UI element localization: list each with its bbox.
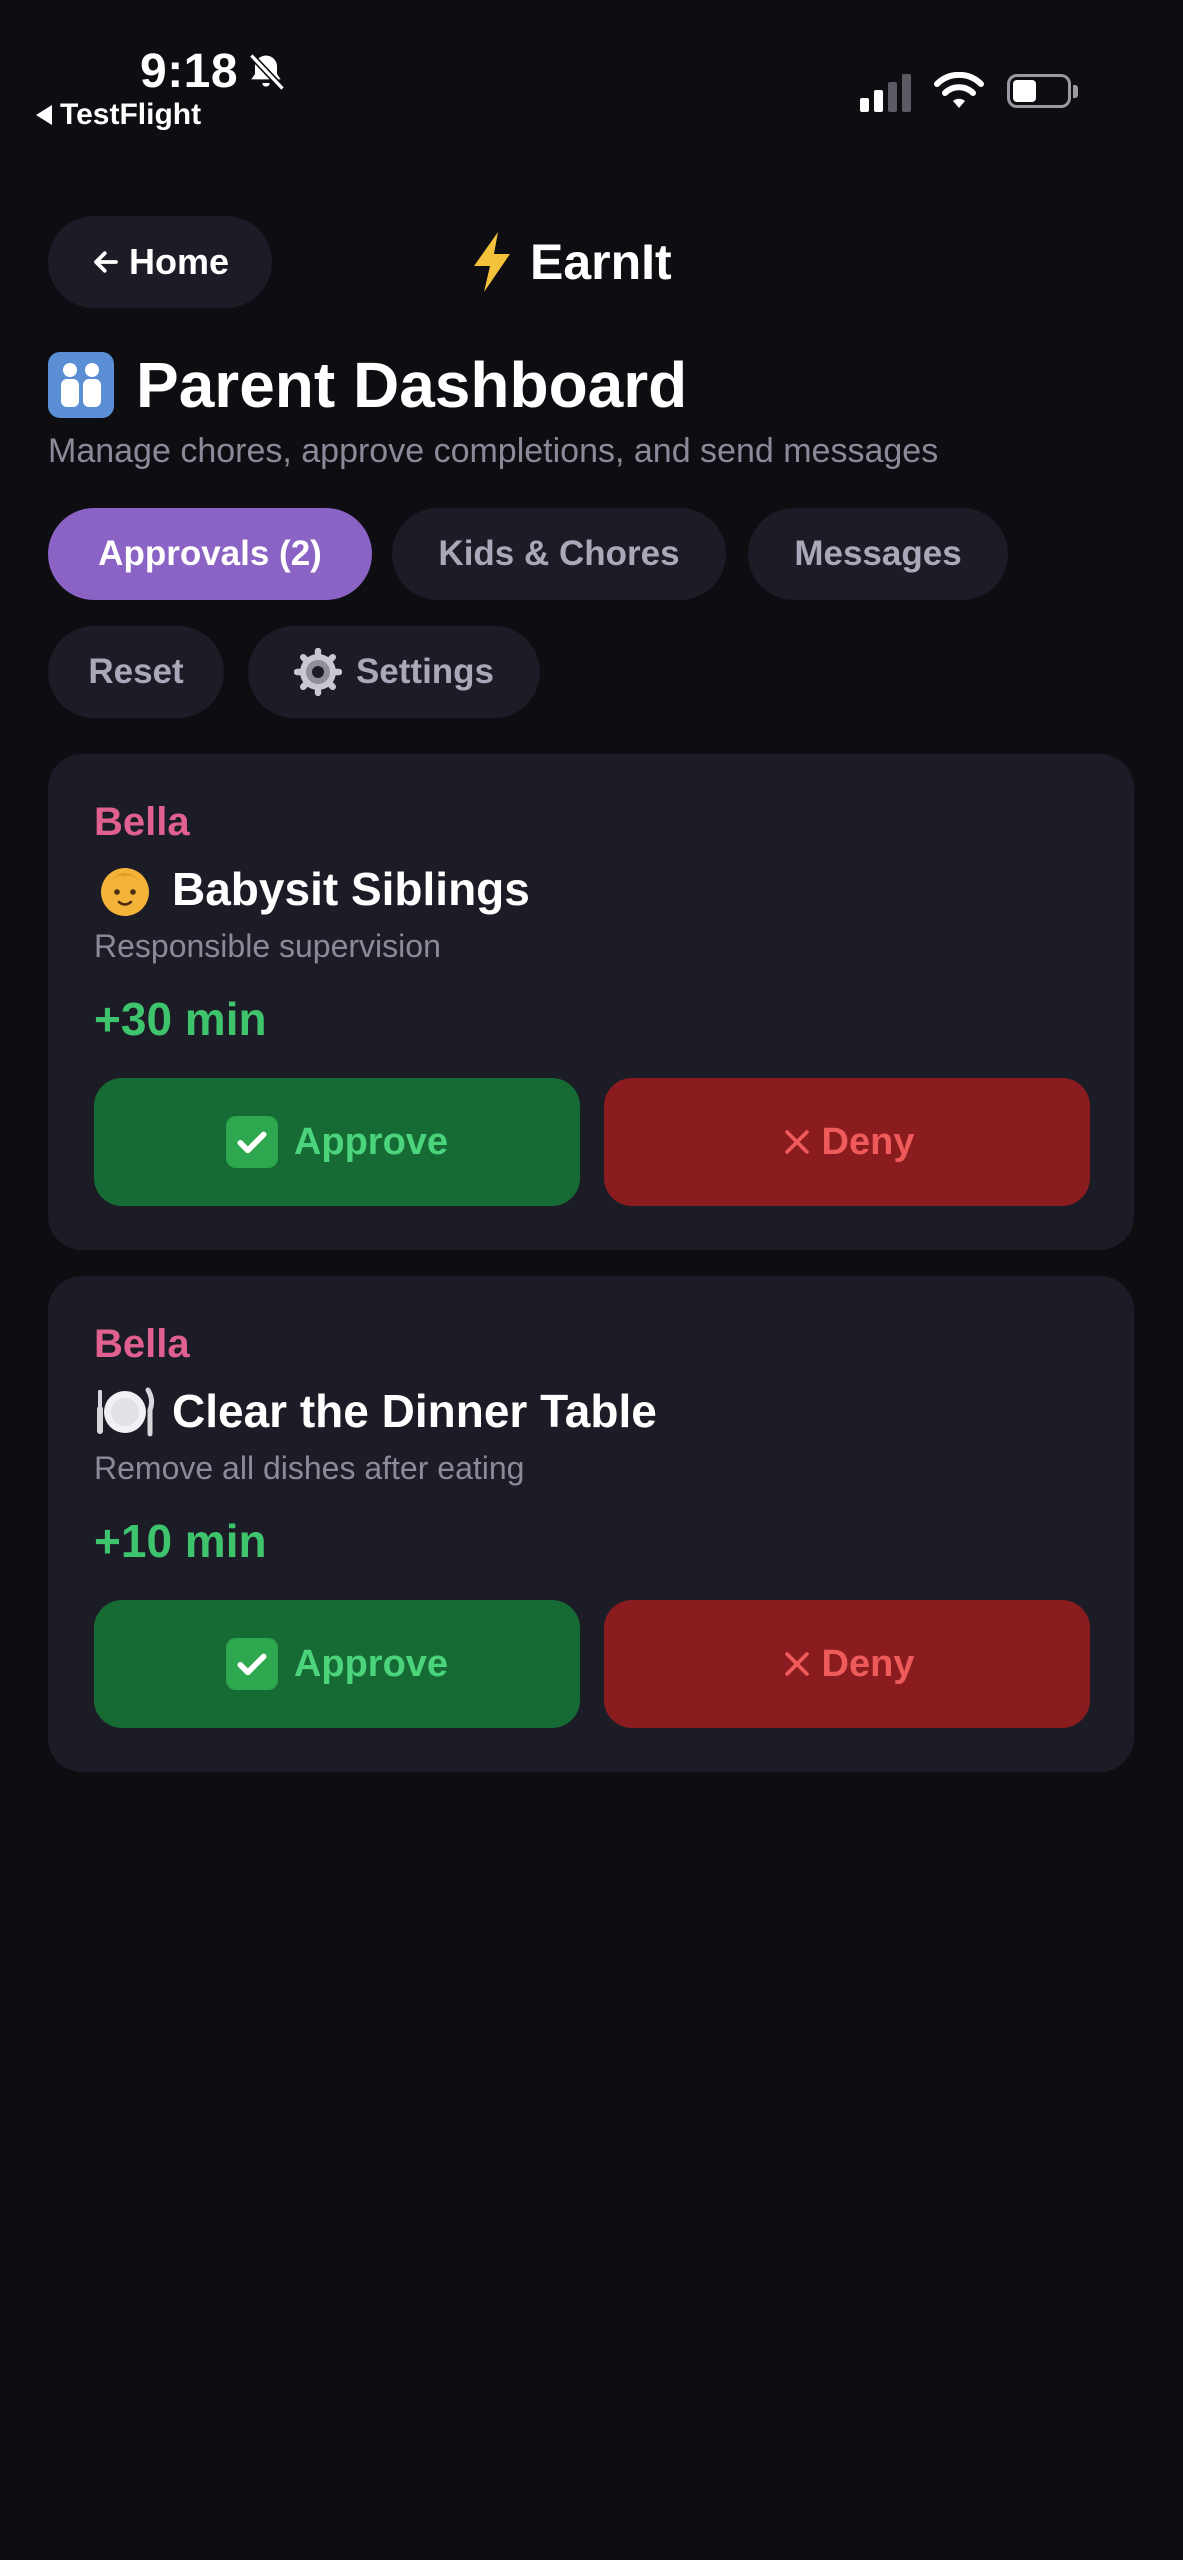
battery-level-fill [1013,80,1036,102]
plate-icon [97,1387,155,1437]
back-triangle-icon [36,105,52,125]
reward-amount: +30 min [94,993,267,1045]
reward-amount: +10 min [94,1515,267,1567]
tab-messages[interactable]: Messages [748,508,1008,600]
kid-name: Bella [94,800,190,844]
kid-name: Bella [94,1322,190,1366]
baby-icon [101,868,149,916]
status-icons [860,72,1079,112]
tab-reset[interactable]: Reset [48,626,224,718]
check-icon [225,1638,278,1690]
tab-reset-label: Reset [88,652,184,691]
deny-button-label: Deny [821,1642,915,1685]
close-icon [784,1130,809,1154]
deny-button-label: Deny [821,1120,915,1163]
back-to-app-link[interactable]: TestFlight [36,98,201,132]
tab-kids-chores[interactable]: Kids & Chores [392,508,726,600]
status-bar: 9:18 TestFlight [0,0,1183,150]
app-name: EarnIt [530,234,672,290]
home-button-label: Home [128,241,230,282]
approve-button-label: Approve [293,1642,449,1685]
tab-kids-chores-label: Kids & Chores [438,534,680,573]
home-button[interactable]: Home [48,216,272,308]
gear-icon [293,648,342,696]
arrow-left-icon [94,251,118,273]
approve-button[interactable]: Approve [94,1078,580,1206]
chore-description: Remove all dishes after eating [94,1450,525,1486]
approval-card: Bella Babysit Siblings Responsible super… [48,754,1134,1250]
close-icon [784,1652,809,1676]
tab-messages-label: Messages [794,534,962,573]
status-time: 9:18 [140,44,288,99]
tab-settings-label: Settings [355,652,495,691]
cellular-signal-icon [860,72,911,112]
status-time-text: 9:18 [140,45,239,98]
lightning-bolt-icon [474,232,510,292]
page-subtitle: Manage chores, approve completions, and … [48,432,939,470]
tab-settings[interactable]: Settings [248,626,540,718]
deny-button[interactable]: Deny [604,1078,1090,1206]
battery-icon [1007,74,1079,110]
chore-title-text: Clear the Dinner Table [172,1385,657,1437]
approve-button[interactable]: Approve [94,1600,580,1728]
family-icon [48,352,114,418]
chore-title: Babysit Siblings [94,858,530,920]
chore-title-text: Babysit Siblings [172,863,530,915]
back-app-label: TestFlight [60,98,202,131]
page-title-text: Parent Dashboard [136,349,688,421]
approve-button-label: Approve [293,1120,449,1163]
check-icon [225,1116,278,1168]
bell-slash-icon [249,52,285,91]
wifi-icon [934,72,984,108]
approval-card: Bella Clear the Dinner Table Remove all … [48,1276,1134,1772]
tab-approvals-label: Approvals (2) [98,534,322,573]
tab-approvals[interactable]: Approvals (2) [48,508,372,600]
app-logo: EarnIt [470,226,672,298]
page-title: Parent Dashboard [48,348,687,422]
chore-title: Clear the Dinner Table [94,1380,657,1442]
deny-button[interactable]: Deny [604,1600,1090,1728]
chore-description: Responsible supervision [94,928,441,964]
